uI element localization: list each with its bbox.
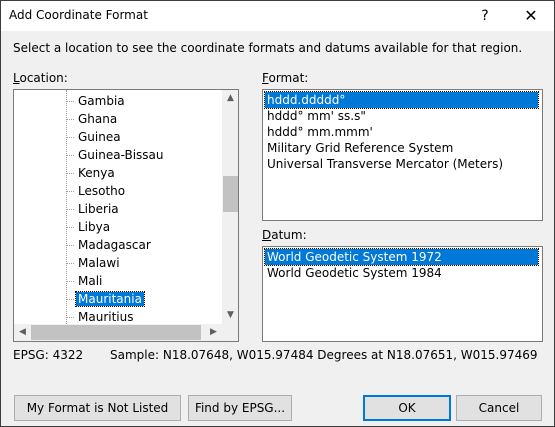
- location-tree-item-label: Guinea-Bissau: [78, 148, 164, 162]
- tree-connector: [66, 299, 74, 300]
- format-not-listed-button[interactable]: My Format is Not Listed: [14, 395, 181, 421]
- location-tree-item-label: Guinea: [78, 130, 121, 144]
- location-vertical-scrollbar[interactable]: ▲ ▼: [222, 90, 238, 324]
- tree-connector: [66, 263, 74, 264]
- tree-connector: [66, 209, 74, 210]
- instructions-text: Select a location to see the coordinate …: [13, 41, 523, 55]
- tree-connector: [66, 101, 74, 102]
- location-horizontal-scrollbar[interactable]: ◀ ▶: [14, 324, 222, 341]
- scroll-up-icon[interactable]: ▲: [222, 90, 238, 107]
- tree-connector: [66, 137, 74, 138]
- location-tree-item-label: Liberia: [78, 202, 119, 216]
- location-tree-item[interactable]: Guinea-Bissau: [66, 146, 166, 164]
- tree-guide-line: [66, 90, 67, 326]
- close-icon[interactable]: ✕: [508, 1, 554, 31]
- location-tree-item[interactable]: Mali: [66, 272, 104, 290]
- location-tree-item-label: Lesotho: [78, 184, 126, 198]
- tree-connector: [66, 173, 74, 174]
- scrollbar-corner: [222, 324, 238, 341]
- location-tree-item[interactable]: Kenya: [66, 164, 117, 182]
- location-tree-item-label: Mauritius: [78, 310, 134, 324]
- format-list-item[interactable]: hddd.ddddd°: [264, 91, 539, 109]
- datum-label: Datum:: [262, 228, 307, 242]
- sample-text: Sample: N18.07648, W015.97484 Degrees at…: [110, 348, 538, 362]
- location-tree-item-label: Mauritania: [75, 291, 145, 307]
- horizontal-scroll-thumb[interactable]: [31, 325, 201, 340]
- location-tree-item-label: Kenya: [78, 166, 115, 180]
- tree-connector: [66, 317, 74, 318]
- location-tree-item[interactable]: Gambia: [66, 92, 127, 110]
- tree-connector: [66, 245, 74, 246]
- tree-connector: [66, 281, 74, 282]
- tree-connector: [66, 191, 74, 192]
- location-tree-item[interactable]: Libya: [66, 218, 112, 236]
- tree-connector: [66, 119, 74, 120]
- datum-list[interactable]: World Geodetic System 1972 World Geodetic…: [262, 246, 543, 342]
- location-tree-item-label: Gambia: [78, 94, 125, 108]
- datum-list-item[interactable]: World Geodetic System 1984: [265, 265, 538, 281]
- location-tree-item-label: Malawi: [78, 256, 120, 270]
- location-tree-item-label: Mali: [78, 274, 103, 288]
- location-tree-item[interactable]: Guinea: [66, 128, 123, 146]
- window-title: Add Coordinate Format: [9, 8, 148, 22]
- tree-connector: [66, 227, 74, 228]
- scroll-down-icon[interactable]: ▼: [222, 307, 238, 324]
- location-tree-item-label: Ghana: [78, 112, 118, 126]
- format-list[interactable]: hddd.ddddd° hddd° mm' ss.s" hddd° mm.mmm' M…: [262, 89, 543, 221]
- title-bar: Add Coordinate Format ? ✕: [1, 1, 554, 31]
- format-list-item[interactable]: hddd° mm.mmm': [265, 124, 538, 140]
- location-tree-item[interactable]: Ghana: [66, 110, 119, 128]
- scroll-right-icon[interactable]: ▶: [205, 324, 222, 341]
- ok-button[interactable]: OK: [363, 395, 451, 421]
- format-label: Format:: [262, 71, 309, 85]
- location-label: Location:: [13, 71, 68, 85]
- location-tree-item-label: Madagascar: [78, 238, 151, 252]
- format-list-item[interactable]: Universal Transverse Mercator (Meters): [265, 156, 538, 172]
- epsg-code: EPSG: 4322: [13, 348, 84, 362]
- help-icon[interactable]: ?: [462, 1, 508, 31]
- cancel-button[interactable]: Cancel: [456, 395, 542, 421]
- tree-connector: [66, 155, 74, 156]
- location-tree-item[interactable]: Liberia: [66, 200, 121, 218]
- format-list-item[interactable]: hddd° mm' ss.s": [265, 108, 538, 124]
- location-tree-item[interactable]: Mauritania: [66, 290, 145, 308]
- datum-list-item[interactable]: World Geodetic System 1972: [264, 248, 539, 266]
- add-coordinate-format-dialog: Add Coordinate Format ? ✕ Select a locat…: [0, 0, 555, 427]
- find-by-epsg-button[interactable]: Find by EPSG...: [188, 395, 292, 421]
- location-tree-item-label: Libya: [78, 220, 111, 234]
- location-tree[interactable]: Gambia Ghana Guinea Guinea-Bissau Kenya Lesot…: [13, 89, 239, 342]
- location-tree-item[interactable]: Malawi: [66, 254, 122, 272]
- location-tree-item[interactable]: Madagascar: [66, 236, 153, 254]
- scroll-left-icon[interactable]: ◀: [14, 324, 31, 341]
- vertical-scroll-thumb[interactable]: [223, 176, 238, 212]
- format-list-item[interactable]: Military Grid Reference System: [265, 140, 538, 156]
- location-tree-item[interactable]: Lesotho: [66, 182, 127, 200]
